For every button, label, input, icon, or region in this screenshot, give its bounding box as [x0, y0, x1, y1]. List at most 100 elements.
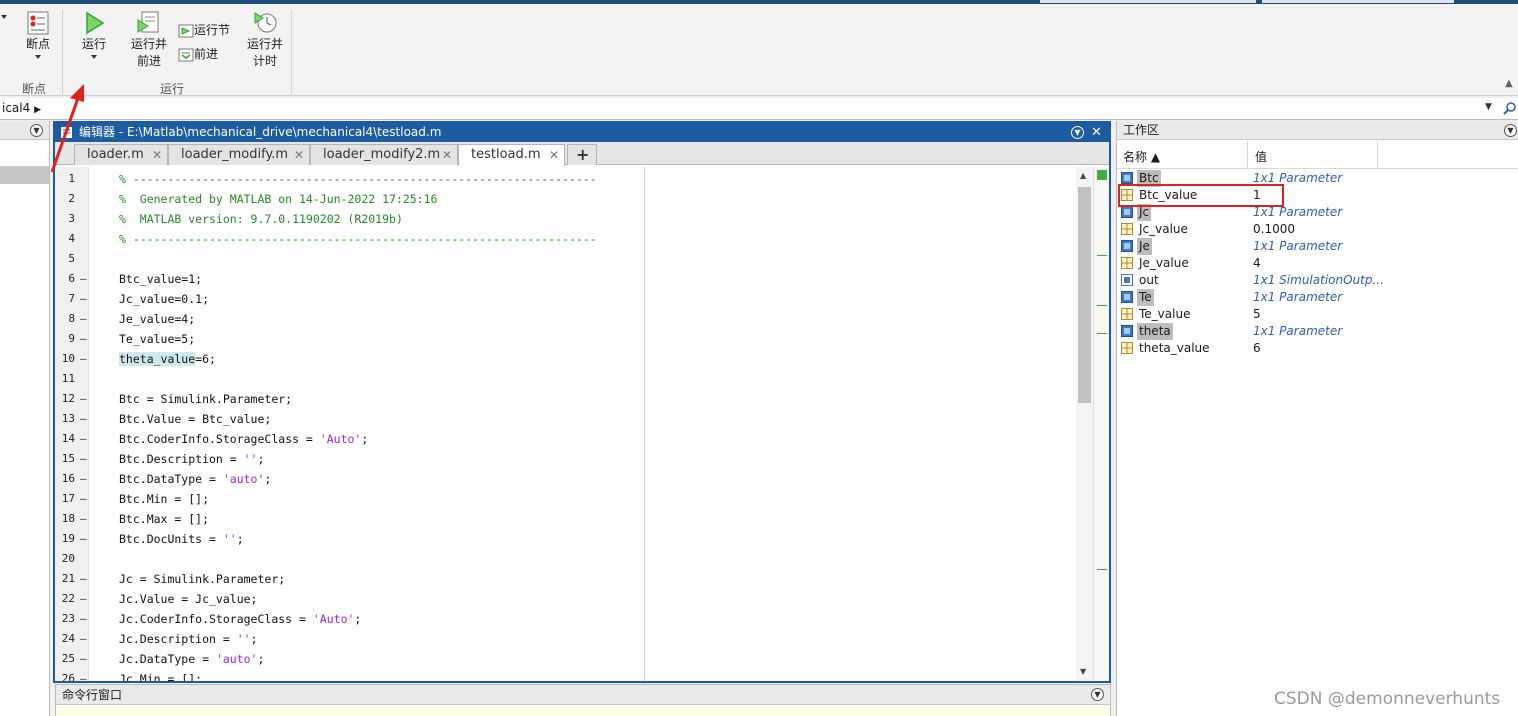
vertical-scrollbar[interactable]: ▲ ▼ — [1076, 167, 1093, 681]
editor-options-icon[interactable]: ▼ — [1071, 126, 1084, 139]
ribbon-separator — [62, 10, 63, 94]
analyzer-marker[interactable] — [1097, 305, 1107, 306]
breakpoint-dash[interactable]: — — [80, 649, 88, 669]
code-line[interactable]: Jc.Min = []; — [119, 669, 202, 681]
breakpoint-dash[interactable]: — — [80, 609, 88, 629]
column-separator[interactable] — [1377, 141, 1378, 169]
close-icon[interactable]: ✕ — [1091, 123, 1102, 142]
code-line[interactable]: Jc.Value = Jc_value; — [119, 589, 257, 609]
advance-button[interactable]: 前进 — [178, 46, 238, 63]
tab-close-icon[interactable]: ✕ — [294, 145, 304, 165]
breakpoint-dash[interactable]: — — [80, 429, 88, 449]
breakpoint-dash[interactable]: — — [80, 449, 88, 469]
code-line[interactable]: theta_value=6; — [119, 349, 216, 369]
tab-close-icon[interactable]: ✕ — [549, 145, 559, 165]
panel-options-icon[interactable]: ▼ — [1504, 124, 1517, 137]
code-line[interactable]: Btc.Max = []; — [119, 509, 209, 529]
breakpoint-dash[interactable]: — — [80, 329, 88, 349]
breakpoint-dash[interactable]: — — [80, 269, 88, 289]
scrollbar-thumb[interactable] — [1078, 187, 1091, 403]
line-number: 15 — [61, 452, 75, 465]
code-line[interactable]: % Generated by MATLAB on 14-Jun-2022 17:… — [119, 189, 438, 209]
breakpoint-dash[interactable]: — — [80, 569, 88, 589]
code-line[interactable]: Jc.Description = ''; — [119, 629, 258, 649]
panel-options-icon[interactable]: ▼ — [30, 124, 43, 137]
breadcrumb-folder[interactable]: ical4 — [2, 101, 30, 115]
selected-file-row[interactable] — [0, 166, 49, 184]
code-line[interactable]: Jc_value=0.1; — [119, 289, 209, 309]
analyzer-marker[interactable] — [1097, 255, 1107, 256]
breadcrumb-arrow-icon: ▶ — [34, 105, 42, 115]
breakpoint-dash[interactable]: — — [80, 509, 88, 529]
workspace-row-te-value[interactable]: Te_value 5 — [1117, 306, 1518, 323]
tab-loader-modify[interactable]: loader_modify.m ✕ — [168, 144, 310, 165]
code-line[interactable]: Btc = Simulink.Parameter; — [119, 389, 292, 409]
workspace-row-je[interactable]: Je 1x1 Parameter — [1117, 238, 1518, 255]
workspace-row-te[interactable]: Te 1x1 Parameter — [1117, 289, 1518, 306]
code-line[interactable]: Jc = Simulink.Parameter; — [119, 569, 285, 589]
code-editor[interactable]: 1% -------------------------------------… — [55, 167, 1109, 681]
parameter-object-icon — [1121, 172, 1133, 184]
breakpoint-dash[interactable]: — — [80, 489, 88, 509]
workspace-row-theta[interactable]: theta 1x1 Parameter — [1117, 323, 1518, 340]
breadcrumb[interactable]: ical4 ▶ — [2, 101, 41, 115]
code-line[interactable]: Jc.CoderInfo.StorageClass = 'Auto'; — [119, 609, 361, 629]
run-and-advance-button[interactable]: 运行并 前进 — [124, 10, 174, 70]
editor-title-bar: 编辑器 - E:\Matlab\mechanical_drive\mechani… — [55, 123, 1109, 142]
code-line[interactable]: Btc.Description = ''; — [119, 449, 264, 469]
code-line[interactable]: Btc.DocUnits = ''; — [119, 529, 244, 549]
code-line[interactable]: % MATLAB version: 9.7.0.1190202 (R2019b) — [119, 209, 403, 229]
column-separator[interactable] — [1247, 141, 1248, 169]
workspace-row-theta-value[interactable]: theta_value 6 — [1117, 340, 1518, 357]
run-group-label: 运行 — [160, 82, 185, 96]
breakpoint-dash[interactable]: — — [80, 309, 88, 329]
code-line[interactable]: Btc.Min = []; — [119, 489, 209, 509]
workspace-row-out[interactable]: out 1x1 SimulationOutp... — [1117, 272, 1518, 289]
run-and-time-button[interactable]: 运行并 计时 — [242, 10, 288, 70]
panel-options-icon[interactable]: ▼ — [1091, 688, 1104, 701]
breakpoint-dash[interactable]: — — [80, 349, 88, 369]
breakpoints-button[interactable]: 断点 — [18, 10, 58, 61]
workspace-row-jc-value[interactable]: Jc_value 0.1000 — [1117, 221, 1518, 238]
breakpoint-dash[interactable]: — — [80, 589, 88, 609]
ribbon-collapse-icon[interactable]: ▲ — [1505, 78, 1513, 89]
column-name-header[interactable]: 名称 ▲ — [1123, 148, 1160, 165]
breakpoint-dash[interactable]: — — [80, 289, 88, 309]
code-line[interactable]: % --------------------------------------… — [119, 169, 597, 189]
analyzer-marker[interactable] — [1097, 569, 1107, 570]
workspace-row-je-value[interactable]: Je_value 4 — [1117, 255, 1518, 272]
scroll-up-icon[interactable]: ▲ — [1080, 171, 1086, 180]
address-bar[interactable]: ical4 ▶ ▼ — [0, 98, 1518, 120]
tab-testload[interactable]: testload.m ✕ — [458, 144, 565, 166]
code-line[interactable]: Je_value=4; — [119, 309, 195, 329]
analyzer-marker[interactable] — [1097, 333, 1107, 334]
matrix-icon — [1121, 223, 1133, 235]
run-section-button[interactable]: 运行节 — [178, 22, 238, 39]
code-line[interactable]: Jc.DataType = 'auto'; — [119, 649, 264, 669]
tab-close-icon[interactable]: ✕ — [442, 145, 452, 165]
code-line[interactable]: Btc_value=1; — [119, 269, 202, 289]
column-value-header[interactable]: 值 — [1255, 148, 1267, 165]
breakpoint-dash[interactable]: — — [80, 409, 88, 429]
breakpoint-dash[interactable]: — — [80, 629, 88, 649]
code-line[interactable]: Btc.CoderInfo.StorageClass = 'Auto'; — [119, 429, 368, 449]
address-dropdown-icon[interactable]: ▼ — [1485, 102, 1492, 112]
tab-loader-modify2[interactable]: loader_modify2.m ✕ — [310, 144, 458, 165]
code-line[interactable]: Btc.Value = Btc_value; — [119, 409, 271, 429]
code-status-indicator[interactable] — [1097, 170, 1107, 180]
scroll-down-icon[interactable]: ▼ — [1080, 667, 1086, 676]
run-button[interactable]: 运行 — [72, 10, 116, 61]
breakpoint-dash[interactable]: — — [80, 469, 88, 489]
tab-close-icon[interactable]: ✕ — [152, 145, 162, 165]
breakpoint-dash[interactable]: — — [80, 669, 88, 681]
code-line[interactable]: Btc.DataType = 'auto'; — [119, 469, 271, 489]
line-number: 5 — [68, 252, 75, 265]
code-line[interactable]: Te_value=5; — [119, 329, 195, 349]
variable-name: out — [1139, 273, 1159, 287]
search-icon[interactable] — [1503, 101, 1517, 115]
new-tab-button[interactable]: + — [567, 144, 597, 165]
code-line[interactable]: % --------------------------------------… — [119, 229, 597, 249]
ribbon-overflow-chevron[interactable] — [0, 10, 8, 27]
breakpoint-dash[interactable]: — — [80, 529, 88, 549]
breakpoint-dash[interactable]: — — [80, 389, 88, 409]
